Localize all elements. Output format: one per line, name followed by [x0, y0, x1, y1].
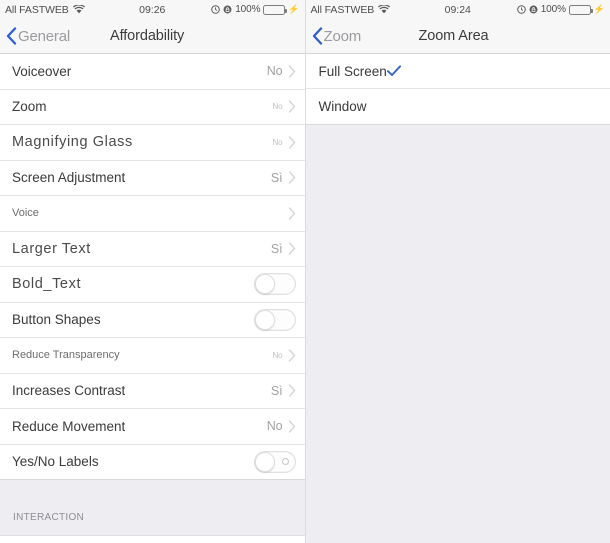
rotation-lock-icon [223, 5, 232, 14]
row-value: No [272, 102, 283, 112]
alarm-icon [211, 5, 220, 14]
row-label: Zoom [12, 99, 47, 115]
back-button-label: General [18, 27, 70, 45]
row-value: No [272, 350, 283, 360]
row-value: Sì [270, 170, 283, 185]
row-label: Reduce Transparency [12, 349, 120, 362]
zoom-area-options-list: Full Screen Window [305, 54, 610, 125]
row-label: Bold_Text [12, 276, 82, 293]
left-phone-panel: All FASTWEB 09:26 100% ⚡ General Afforda… [0, 0, 306, 543]
option-row-full-screen[interactable]: Full Screen [305, 54, 610, 89]
row-label: Reduce Movement [12, 418, 126, 434]
row-label: Magnifying Glass [12, 134, 133, 151]
settings-row-voiceover[interactable]: Voiceover No [0, 54, 305, 90]
row-value: No [272, 137, 283, 147]
battery-icon [568, 4, 593, 15]
chevron-right-icon [288, 384, 296, 397]
list-section-gap [0, 480, 305, 502]
settings-row-bold-text[interactable]: Bold_Text [0, 267, 305, 303]
row-value: No [266, 419, 283, 434]
chevron-left-icon [312, 27, 323, 45]
alarm-icon [516, 5, 526, 14]
row-value: Sì [270, 383, 283, 398]
right-panel-background [305, 125, 610, 543]
settings-row-reduce-movement[interactable]: Reduce Movement No [0, 409, 305, 445]
chevron-right-icon [288, 171, 296, 184]
row-value: Sì [270, 241, 283, 256]
bold-text-toggle[interactable] [253, 273, 296, 296]
settings-row-reduce-transparency[interactable]: Reduce Transparency No [0, 338, 305, 374]
chevron-right-icon [288, 65, 296, 78]
row-accessory [253, 450, 296, 473]
right-phone-panel: All FASTWEB 09:24 100% ⚡ Zoom Zoom Area … [305, 0, 610, 543]
row-accessory [253, 308, 296, 331]
back-button-zoom[interactable]: Zoom [312, 27, 362, 45]
row-accessory: No [267, 419, 296, 433]
battery-icon [263, 4, 288, 15]
button-shapes-toggle[interactable] [253, 308, 296, 331]
row-accessory: No [267, 64, 296, 78]
toggle-knob [254, 274, 275, 295]
settings-row-magnifying-glass[interactable]: Magnifying Glass No [0, 125, 305, 161]
row-label: Yes/No Labels [12, 454, 99, 470]
settings-row-screen-adjustment[interactable]: Screen Adjustment Sì [0, 160, 305, 196]
back-button-general[interactable]: General [6, 27, 70, 45]
toggle-knob [254, 309, 275, 330]
row-accessory: Sì [271, 242, 296, 256]
row-accessory [253, 273, 296, 296]
settings-row-larger-text[interactable]: Larger Text Sì [0, 231, 305, 267]
row-label: Larger Text [12, 240, 91, 257]
rotation-lock-icon [529, 5, 538, 14]
row-accessory: No [272, 349, 296, 362]
chevron-right-icon [288, 349, 296, 362]
chevron-right-icon [288, 100, 296, 113]
option-label: Window [318, 99, 367, 114]
chevron-right-icon [288, 207, 296, 220]
option-row-window[interactable]: Window [305, 89, 610, 124]
back-button-label: Zoom [323, 27, 362, 45]
settings-row-zoom[interactable]: Zoom No [0, 89, 305, 125]
chevron-right-icon [288, 420, 296, 433]
next-section-partial-row [0, 535, 305, 543]
row-accessory: Sì [271, 384, 296, 398]
option-label: Full Screen [318, 63, 387, 79]
row-label: Voice [12, 207, 39, 220]
left-status-bar: All FASTWEB 09:26 100% ⚡ [0, 0, 305, 19]
page-title: Affordability [110, 28, 185, 44]
battery-percent-label: 100% [540, 4, 566, 15]
row-label: Screen Adjustment [12, 170, 126, 186]
left-nav-bar: General Affordability [0, 19, 305, 54]
page-title: Zoom Area [418, 28, 489, 44]
section-header-interaction: INTERACTION [0, 502, 305, 535]
row-accessory [283, 207, 296, 220]
battery-percent-label: 100% [235, 4, 261, 15]
settings-row-voice[interactable]: Voice [0, 196, 305, 232]
chevron-right-icon [288, 242, 296, 255]
checkmark-icon [386, 65, 401, 77]
row-label: Voiceover [12, 63, 72, 79]
status-bar-right-group: 100% ⚡ [211, 4, 300, 15]
charging-icon: ⚡ [288, 4, 300, 14]
charging-icon: ⚡ [593, 4, 605, 14]
chevron-right-icon [288, 136, 296, 149]
settings-row-button-shapes[interactable]: Button Shapes [0, 302, 305, 338]
row-accessory: Sì [271, 171, 296, 185]
toggle-off-indicator-icon [281, 457, 289, 465]
row-value: No [266, 64, 283, 79]
row-accessory: No [272, 136, 296, 149]
accessibility-settings-list: Voiceover No Zoom No Magnifying Glass No… [0, 54, 305, 480]
right-status-bar: All FASTWEB 09:24 100% ⚡ [305, 0, 610, 19]
status-bar-right-group: 100% ⚡ [516, 4, 605, 15]
dual-phone-screenshot: All FASTWEB 09:26 100% ⚡ General Afforda… [0, 0, 610, 543]
toggle-knob [254, 451, 275, 472]
settings-row-yes-no-labels[interactable]: Yes/No Labels [0, 444, 305, 480]
settings-row-increases-contrast[interactable]: Increases Contrast Sì [0, 373, 305, 409]
chevron-left-icon [6, 27, 17, 45]
row-label: Increases Contrast [12, 383, 126, 399]
row-accessory: No [272, 100, 296, 113]
row-label: Button Shapes [12, 312, 101, 328]
yes-no-labels-toggle[interactable] [253, 450, 296, 473]
right-nav-bar: Zoom Zoom Area [305, 19, 610, 54]
